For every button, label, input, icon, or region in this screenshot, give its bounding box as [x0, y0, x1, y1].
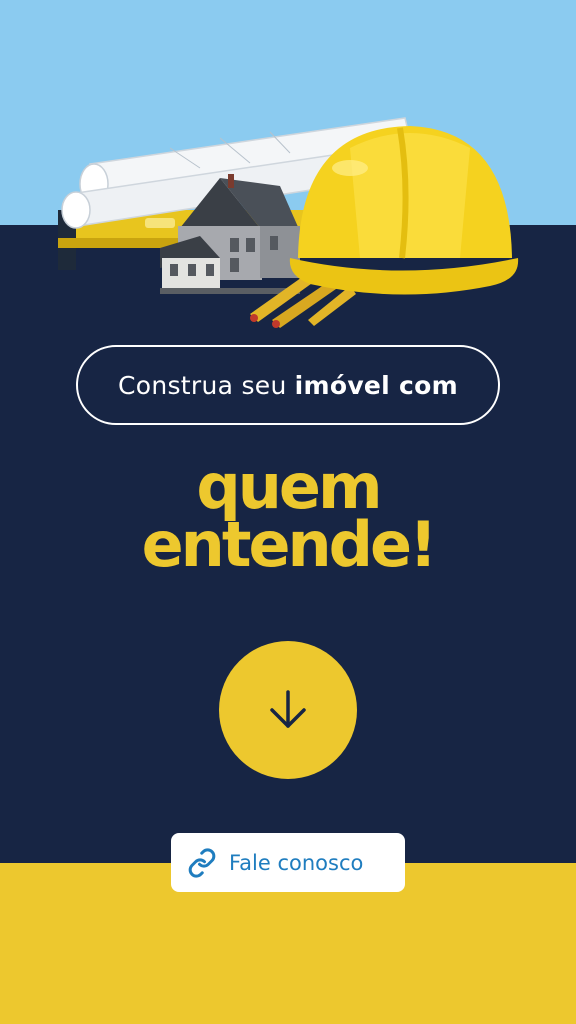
intro-text-bold: imóvel com — [294, 370, 459, 400]
construction-illustration — [58, 117, 519, 328]
headline: quem entende! — [0, 456, 576, 581]
link-icon — [187, 847, 217, 878]
contact-button-label: Fale conosco — [229, 850, 364, 875]
headline-line-2: entende! — [141, 508, 438, 581]
arrow-down-icon — [270, 690, 306, 728]
intro-text-light: Construa seu — [117, 370, 287, 400]
intro-pill: Construa seu imóvel com — [76, 345, 500, 425]
contact-button[interactable]: Fale conosco — [171, 833, 405, 892]
scroll-down-button[interactable] — [219, 641, 357, 779]
